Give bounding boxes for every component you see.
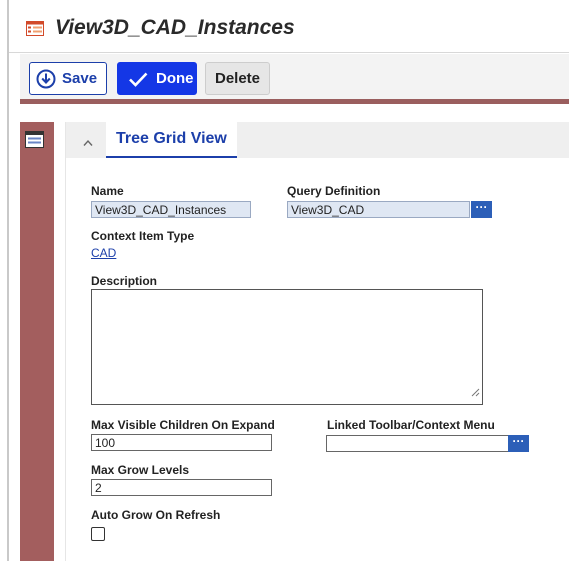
delete-label: Delete — [214, 70, 261, 87]
query-definition-field[interactable]: View3D_CAD — [287, 201, 470, 218]
delete-button[interactable]: Delete — [205, 62, 270, 95]
item-form-window: View3D_CAD_Instances Save Done Delete Tr… — [0, 0, 569, 561]
ellipsis-icon: ··· — [475, 200, 488, 214]
linked-toolbar-field[interactable] — [326, 435, 509, 452]
form-panel: Tree Grid View Name View3D_CAD_Instances… — [65, 122, 569, 561]
tab-label: Tree Grid View — [116, 130, 227, 147]
window-left-border — [7, 0, 9, 561]
query-definition-label: Query Definition — [287, 184, 381, 198]
description-label: Description — [91, 274, 158, 288]
context-item-type-label: Context Item Type — [91, 229, 195, 243]
tab-bar: Tree Grid View — [66, 122, 569, 158]
content-gutter — [54, 109, 64, 561]
auto-grow-label: Auto Grow On Refresh — [91, 508, 221, 522]
form-view-icon[interactable] — [25, 131, 44, 148]
page-title: View3D_CAD_Instances — [55, 16, 295, 39]
max-grow-levels-input[interactable]: 2 — [91, 479, 272, 496]
done-button[interactable]: Done — [117, 62, 197, 95]
save-circle-arrow-icon — [36, 69, 56, 89]
name-label: Name — [91, 184, 124, 198]
description-textarea[interactable] — [91, 289, 483, 405]
sidebar-header — [20, 109, 54, 122]
chevron-up-icon[interactable] — [83, 134, 93, 150]
done-label: Done — [156, 70, 194, 87]
name-field[interactable]: View3D_CAD_Instances — [91, 201, 251, 218]
context-item-type-link[interactable]: CAD — [91, 246, 116, 260]
grid-form-icon — [26, 21, 44, 41]
linked-toolbar-label: Linked Toolbar/Context Menu — [327, 418, 495, 432]
tab-tree-grid-view[interactable]: Tree Grid View — [106, 122, 237, 158]
max-visible-children-input[interactable]: 100 — [91, 434, 272, 451]
max-visible-children-label: Max Visible Children On Expand — [91, 418, 275, 432]
resize-grip-icon[interactable] — [471, 384, 480, 402]
max-grow-levels-label: Max Grow Levels — [91, 463, 190, 477]
save-button[interactable]: Save — [29, 62, 107, 95]
save-label: Save — [62, 70, 98, 87]
query-definition-lookup-button[interactable]: ··· — [471, 201, 492, 218]
sidebar — [20, 109, 54, 561]
checkmark-icon — [128, 71, 148, 87]
auto-grow-checkbox[interactable] — [91, 527, 105, 541]
title-bar: View3D_CAD_Instances — [9, 0, 569, 53]
ellipsis-icon: ··· — [512, 434, 525, 448]
linked-toolbar-lookup-button[interactable]: ··· — [508, 435, 529, 452]
toolbar: Save Done Delete — [20, 54, 569, 104]
